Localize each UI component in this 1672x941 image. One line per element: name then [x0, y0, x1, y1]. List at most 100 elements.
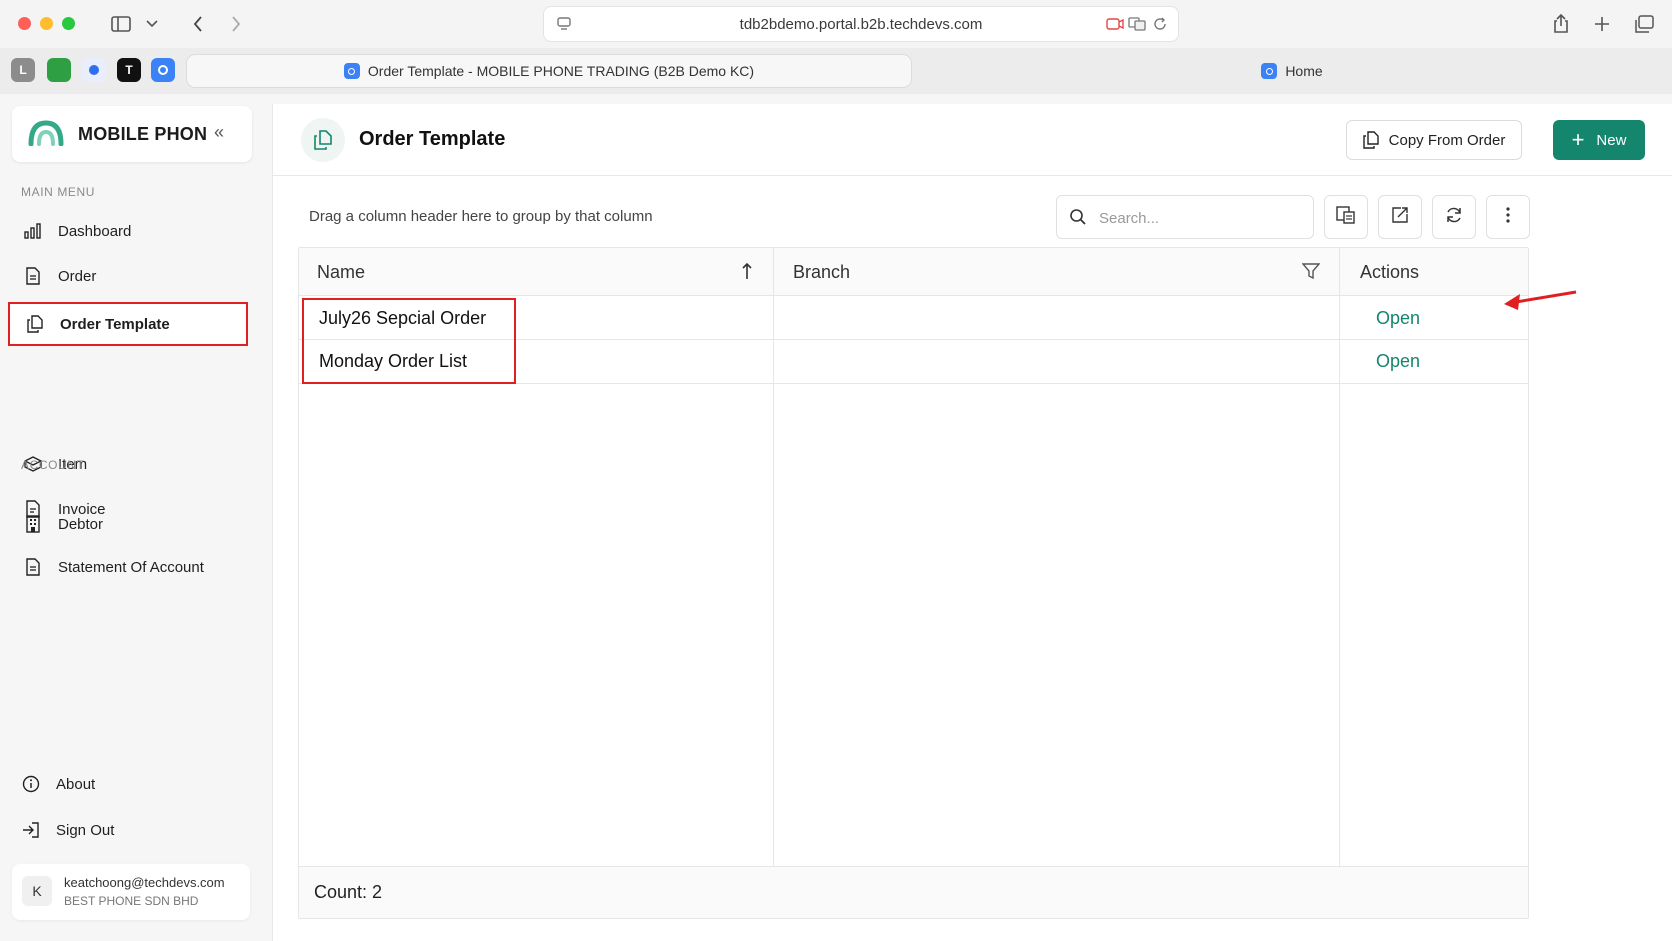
user-email: keatchoong@techdevs.com [64, 875, 225, 890]
column-header-name[interactable]: Name [317, 262, 365, 283]
open-link[interactable]: Open [1376, 351, 1420, 372]
user-card[interactable]: K keatchoong@techdevs.com BEST PHONE SDN… [12, 864, 250, 920]
sidebar-item-order-template[interactable]: Order Template [8, 302, 248, 346]
collapse-sidebar-button[interactable]: « [214, 122, 224, 143]
sign-out-icon [20, 821, 42, 839]
column-header-branch[interactable]: Branch [793, 262, 850, 283]
open-link[interactable]: Open [1376, 308, 1420, 329]
refresh-icon [1445, 206, 1463, 229]
document-icon [22, 267, 44, 285]
account-label: ACCOUNT [21, 458, 85, 472]
pinned-tab-green[interactable] [47, 58, 71, 82]
pinned-tab-l-label: L [19, 63, 27, 77]
share-icon[interactable] [1549, 12, 1573, 36]
page-header: Order Template Copy From Order + New [273, 104, 1672, 176]
sidebar-item-label: About [56, 775, 96, 793]
export-button[interactable] [1378, 195, 1422, 239]
brand-name: MOBILE PHON [78, 124, 208, 144]
new-tab-icon[interactable] [1590, 12, 1614, 36]
column-divider [773, 248, 774, 918]
column-divider [1339, 248, 1340, 918]
address-bar[interactable]: tdb2bdemo.portal.b2b.techdevs.com [543, 6, 1179, 42]
user-company: BEST PHONE SDN BHD [64, 894, 199, 908]
url-text: tdb2bdemo.portal.b2b.techdevs.com [739, 16, 983, 33]
building-icon [22, 515, 44, 533]
sidebar: MOBILE PHON « MAIN MENU Dashboard Order … [0, 94, 270, 941]
pinned-tab-t-label: T [125, 63, 133, 77]
pinned-tab-blue-dot[interactable] [82, 58, 106, 82]
site-favicon-icon [1261, 63, 1278, 79]
filter-icon[interactable] [1301, 262, 1321, 285]
browser-tabbar: L T Order Template - MOBILE PHONE TRADIN… [0, 48, 1672, 94]
pinned-tab-shield[interactable] [151, 58, 175, 82]
maximize-window-button[interactable] [62, 17, 75, 30]
annotation-arrow-icon [1504, 290, 1577, 310]
tab-order-template[interactable]: Order Template - MOBILE PHONE TRADING (B… [186, 54, 912, 88]
pinned-tab-l[interactable]: L [11, 58, 35, 82]
sidebar-item-label: Statement Of Account [58, 558, 204, 576]
export-icon [1391, 206, 1409, 229]
sidebar-item-label: Order [58, 267, 97, 285]
minimize-window-button[interactable] [40, 17, 53, 30]
avatar: K [22, 876, 52, 906]
brand-card: MOBILE PHON « [12, 106, 252, 162]
sidebar-item-statement-of-account[interactable]: Statement Of Account [8, 546, 248, 588]
close-window-button[interactable] [18, 17, 31, 30]
tab-home[interactable]: Home [912, 54, 1672, 88]
copy-from-order-label: Copy From Order [1388, 131, 1506, 149]
column-header-actions: Actions [1360, 262, 1420, 282]
back-icon[interactable] [186, 12, 210, 36]
group-by-hint[interactable]: Drag a column header here to group by th… [309, 208, 653, 225]
copy-icon [1362, 131, 1379, 149]
copy-from-order-button[interactable]: Copy From Order [1346, 120, 1522, 160]
sidebar-toggle-icon[interactable] [109, 12, 133, 36]
page-content: MOBILE PHON « MAIN MENU Dashboard Order … [0, 94, 1672, 941]
sidebar-item-sign-out[interactable]: Sign Out [8, 810, 248, 850]
tab-label: Order Template - MOBILE PHONE TRADING (B… [367, 63, 755, 79]
annotation-highlight-box [302, 298, 516, 384]
browser-titlebar: tdb2bdemo.portal.b2b.techdevs.com [0, 0, 1672, 48]
tab-overview-icon[interactable] [1632, 12, 1656, 36]
column-chooser-icon [1336, 205, 1356, 229]
brand-logo-icon [28, 120, 64, 151]
blue-dot-icon [89, 65, 99, 75]
copy-document-icon [24, 315, 46, 333]
new-button-label: New [1596, 131, 1627, 149]
refresh-button[interactable] [1432, 195, 1476, 239]
translate-icon[interactable] [1128, 17, 1146, 36]
info-icon [20, 775, 42, 793]
sidebar-item-dashboard[interactable]: Dashboard [8, 210, 248, 252]
copy-document-icon [301, 118, 345, 162]
search-box [1056, 195, 1314, 239]
camera-blocked-icon[interactable] [1106, 17, 1124, 36]
main-menu-label: MAIN MENU [21, 185, 96, 199]
new-button[interactable]: + New [1553, 120, 1645, 160]
grid-footer: Count: 2 [299, 866, 1528, 918]
main-panel: Order Template Copy From Order + New Dra… [272, 104, 1672, 941]
sidebar-item-debtor[interactable]: Debtor [8, 503, 248, 545]
sidebar-item-label: Debtor [58, 515, 104, 533]
tab-label: Home [1285, 63, 1323, 79]
sidebar-item-label: Dashboard [58, 222, 132, 240]
more-vertical-icon [1506, 206, 1510, 228]
page-title: Order Template [359, 128, 506, 150]
chevron-down-icon[interactable] [140, 12, 164, 36]
shield-icon [158, 65, 168, 75]
sidebar-item-order[interactable]: Order [8, 255, 248, 297]
site-favicon-icon [343, 63, 360, 79]
pinned-tab-t[interactable]: T [117, 58, 141, 82]
sort-ascending-icon[interactable] [742, 262, 752, 285]
data-grid: Name Branch Actions July26 Sepcial Order… [298, 247, 1529, 919]
sidebar-item-label: Order Template [60, 315, 170, 333]
search-input[interactable] [1099, 206, 1299, 230]
statement-icon [22, 558, 44, 576]
reload-icon[interactable] [1152, 16, 1168, 37]
bar-chart-icon [22, 223, 44, 239]
sidebar-item-about[interactable]: About [8, 764, 248, 804]
forward-icon[interactable] [224, 12, 248, 36]
column-chooser-button[interactable] [1324, 195, 1368, 239]
row-count: Count: 2 [314, 882, 383, 902]
more-options-button[interactable] [1486, 195, 1530, 239]
search-icon [1069, 208, 1087, 231]
grid-header: Name Branch Actions [299, 248, 1528, 296]
